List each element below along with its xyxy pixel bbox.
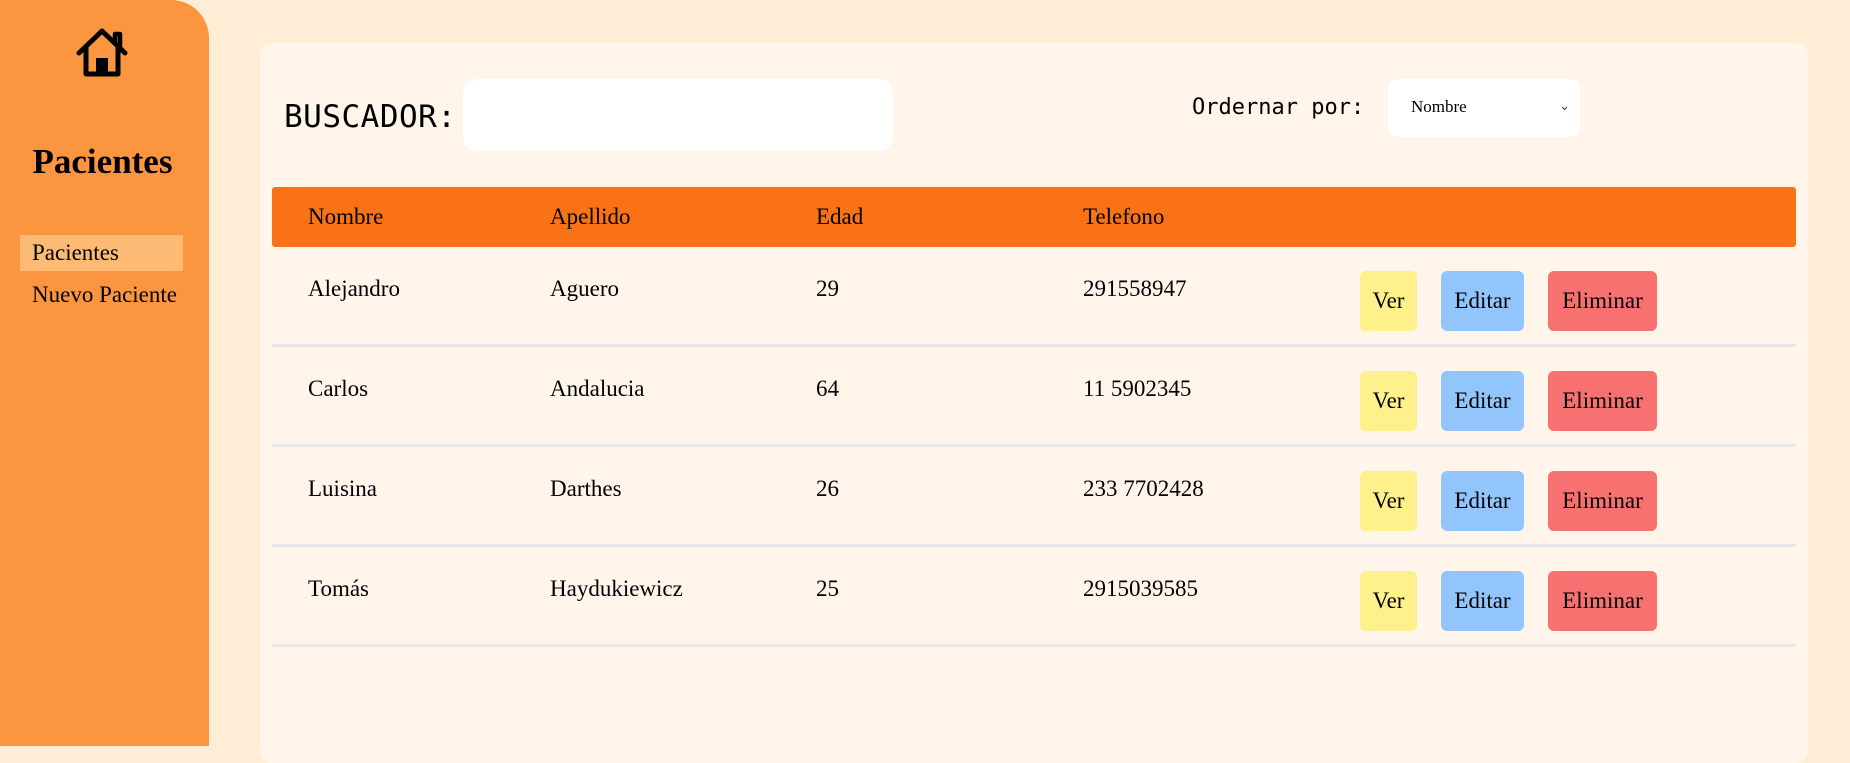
table-header: Nombre Apellido Edad Telefono <box>272 187 1796 247</box>
delete-button[interactable]: Eliminar <box>1548 271 1657 331</box>
column-header-apellido: Apellido <box>550 204 631 229</box>
delete-button[interactable]: Eliminar <box>1548 471 1657 531</box>
view-button[interactable]: Ver <box>1360 471 1417 531</box>
search-input[interactable] <box>463 79 893 151</box>
search-label: BUSCADOR: <box>284 99 457 135</box>
view-button[interactable]: Ver <box>1360 571 1417 631</box>
cell-edad: 29 <box>816 276 839 301</box>
cell-edad: 26 <box>816 476 839 501</box>
cell-apellido: Aguero <box>550 276 619 301</box>
column-header-nombre: Nombre <box>308 204 384 229</box>
cell-nombre: Luisina <box>308 476 377 501</box>
view-button[interactable]: Ver <box>1360 371 1417 431</box>
sidebar-item-nuevo-paciente[interactable]: Nuevo Paciente <box>20 277 189 313</box>
home-icon[interactable] <box>74 26 130 78</box>
sidebar-title: Pacientes <box>32 142 173 181</box>
column-header-telefono: Telefono <box>1083 204 1165 229</box>
delete-button[interactable]: Eliminar <box>1548 571 1657 631</box>
view-button[interactable]: Ver <box>1360 271 1417 331</box>
column-header-edad: Edad <box>816 204 864 229</box>
cell-apellido: Haydukiewicz <box>550 576 683 601</box>
patients-table: Nombre Apellido Edad Telefono Alejandro … <box>272 187 1796 647</box>
cell-telefono: 11 5902345 <box>1083 376 1192 401</box>
table-row: Carlos Andalucia 64 11 5902345 Ver Edita… <box>272 347 1796 447</box>
sidebar: Pacientes Pacientes Nuevo Paciente <box>0 0 209 746</box>
table-row: Luisina Darthes 26 233 7702428 Ver Edita… <box>272 447 1796 547</box>
table-row: Tomás Haydukiewicz 25 2915039585 Ver Edi… <box>272 547 1796 647</box>
cell-nombre: Alejandro <box>308 276 400 301</box>
cell-telefono: 291558947 <box>1083 276 1187 301</box>
order-label: Ordernar por: <box>1192 95 1365 120</box>
cell-nombre: Tomás <box>308 576 369 601</box>
order-select-value: Nombre <box>1411 97 1467 116</box>
sidebar-nav: Pacientes Nuevo Paciente <box>20 235 189 313</box>
cell-edad: 64 <box>816 376 839 401</box>
edit-button[interactable]: Editar <box>1441 271 1524 331</box>
chevron-down-icon: ⌄ <box>1559 99 1570 114</box>
cell-telefono: 2915039585 <box>1083 576 1198 601</box>
order-select[interactable]: Nombre ⌄ <box>1388 79 1580 137</box>
main-panel: BUSCADOR: Ordernar por: Nombre ⌄ Nombre … <box>260 43 1808 763</box>
delete-button[interactable]: Eliminar <box>1548 371 1657 431</box>
edit-button[interactable]: Editar <box>1441 471 1524 531</box>
cell-apellido: Andalucia <box>550 376 645 401</box>
cell-nombre: Carlos <box>308 376 369 401</box>
cell-telefono: 233 7702428 <box>1083 476 1204 501</box>
cell-apellido: Darthes <box>550 476 622 501</box>
sidebar-item-pacientes[interactable]: Pacientes <box>20 235 183 271</box>
edit-button[interactable]: Editar <box>1441 571 1524 631</box>
edit-button[interactable]: Editar <box>1441 371 1524 431</box>
cell-edad: 25 <box>816 576 839 601</box>
table-row: Alejandro Aguero 29 291558947 Ver Editar… <box>272 247 1796 347</box>
